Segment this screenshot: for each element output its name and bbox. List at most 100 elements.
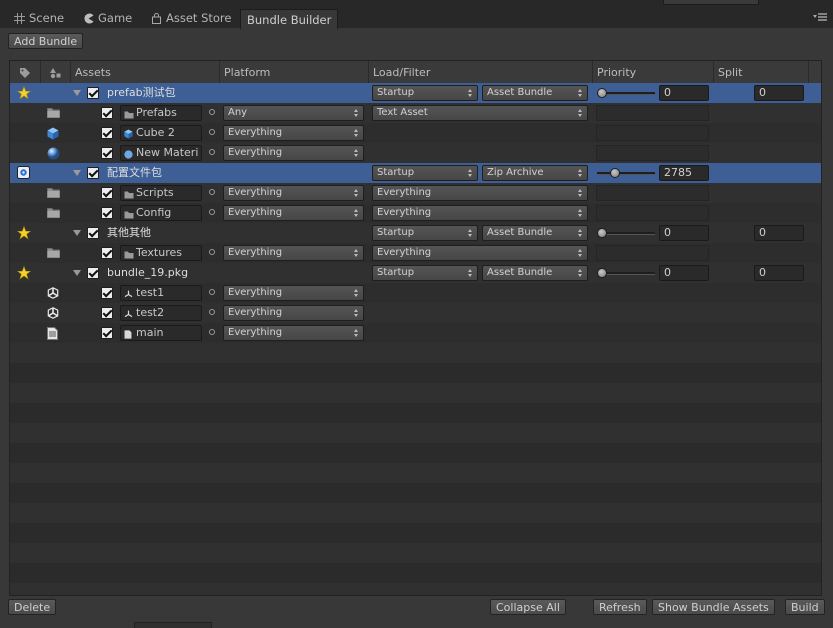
asset-object-field[interactable]: test2: [120, 305, 202, 321]
collapse-all-button[interactable]: Collapse All: [490, 599, 566, 615]
delete-button[interactable]: Delete: [8, 599, 57, 615]
bundle-type-dropdown[interactable]: Asset Bundle: [482, 85, 588, 101]
bundle-row[interactable]: bundle_19.pkg Startup Asset Bundle 0 0: [10, 263, 821, 283]
include-checkbox[interactable]: [101, 247, 113, 259]
tab-bundle-builder[interactable]: Bundle Builder: [240, 9, 339, 29]
include-checkbox[interactable]: [87, 227, 99, 239]
filter-dropdown[interactable]: Everything: [372, 185, 588, 201]
priority-field[interactable]: 0: [659, 225, 709, 241]
platform-dropdown[interactable]: Everything: [223, 305, 364, 321]
object-picker-icon[interactable]: [209, 309, 215, 315]
platform-dropdown[interactable]: Everything: [223, 285, 364, 301]
include-checkbox[interactable]: [101, 107, 113, 119]
include-checkbox[interactable]: [87, 87, 99, 99]
object-picker-icon[interactable]: [209, 109, 215, 115]
platform-dropdown[interactable]: Everything: [223, 185, 364, 201]
asset-object-field[interactable]: Config: [120, 205, 202, 221]
platform-dropdown[interactable]: Everything: [223, 145, 364, 161]
object-picker-icon[interactable]: [209, 129, 215, 135]
load-dropdown[interactable]: Startup: [372, 85, 478, 101]
include-checkbox[interactable]: [101, 187, 113, 199]
object-picker-icon[interactable]: [209, 149, 215, 155]
filter-dropdown[interactable]: Everything: [372, 245, 588, 261]
asset-object-field[interactable]: Prefabs: [120, 105, 202, 121]
platform-dropdown[interactable]: Everything: [223, 205, 364, 221]
asset-object-field[interactable]: Cube 2: [120, 125, 202, 141]
bundle-type-dropdown[interactable]: Asset Bundle: [482, 225, 588, 241]
asset-object-field[interactable]: Textures: [120, 245, 202, 261]
object-picker-icon[interactable]: [209, 289, 215, 295]
split-field[interactable]: 0: [754, 85, 804, 101]
priority-slider-track[interactable]: [597, 172, 655, 175]
include-checkbox[interactable]: [101, 287, 113, 299]
bundle-name[interactable]: 其他其他: [107, 225, 151, 241]
platform-dropdown[interactable]: Everything: [223, 125, 364, 141]
add-bundle-button[interactable]: Add Bundle: [8, 33, 84, 49]
fold-toggle[interactable]: [73, 170, 81, 176]
object-picker-icon[interactable]: [209, 209, 215, 215]
object-picker-icon[interactable]: [209, 329, 215, 335]
priority-slider-thumb[interactable]: [597, 268, 607, 278]
bundle-name[interactable]: bundle_19.pkg: [107, 265, 188, 281]
col-priority[interactable]: Priority: [592, 61, 713, 83]
asset-row[interactable]: test2 Everything: [10, 303, 821, 323]
include-checkbox[interactable]: [87, 167, 99, 179]
col-split[interactable]: Split: [713, 61, 808, 83]
asset-object-field[interactable]: New Materi: [120, 145, 202, 161]
bundle-row[interactable]: 配置文件包 Startup Zip Archive 2785: [10, 163, 821, 183]
asset-object-field[interactable]: test1: [120, 285, 202, 301]
platform-dropdown[interactable]: Everything: [223, 325, 364, 341]
asset-object-field[interactable]: Scripts: [120, 185, 202, 201]
asset-row[interactable]: Textures Everything Everything: [10, 243, 821, 263]
include-checkbox[interactable]: [101, 327, 113, 339]
platform-dropdown[interactable]: Everything: [223, 245, 364, 261]
tab-game[interactable]: Game: [77, 9, 138, 27]
include-checkbox[interactable]: [87, 267, 99, 279]
window-menu-icon[interactable]: [813, 12, 827, 22]
fold-toggle[interactable]: [73, 90, 81, 96]
build-button[interactable]: Build: [785, 599, 825, 615]
col-load-filter[interactable]: Load/Filter: [368, 61, 592, 83]
priority-slider-thumb[interactable]: [597, 88, 607, 98]
object-picker-icon[interactable]: [209, 189, 215, 195]
filter-dropdown[interactable]: Everything: [372, 205, 588, 221]
refresh-button[interactable]: Refresh: [593, 599, 647, 615]
priority-field[interactable]: 0: [659, 85, 709, 101]
col-platform[interactable]: Platform: [219, 61, 368, 83]
asset-row[interactable]: test1 Everything: [10, 283, 821, 303]
tab-scene[interactable]: Scene: [8, 9, 70, 27]
bundle-name[interactable]: prefab测试包: [107, 85, 176, 101]
tab-asset-store[interactable]: Asset Store: [145, 9, 238, 27]
bundle-name[interactable]: 配置文件包: [107, 165, 162, 181]
bundle-type-dropdown[interactable]: Asset Bundle: [482, 265, 588, 281]
priority-slider-thumb[interactable]: [597, 228, 607, 238]
priority-slider-thumb[interactable]: [610, 168, 621, 178]
include-checkbox[interactable]: [101, 147, 113, 159]
asset-object-field[interactable]: main: [120, 325, 202, 341]
platform-dropdown[interactable]: Any: [223, 105, 364, 121]
load-dropdown[interactable]: Startup: [372, 225, 478, 241]
asset-row[interactable]: main Everything: [10, 323, 821, 343]
asset-row[interactable]: Prefabs Any Text Asset: [10, 103, 821, 123]
include-checkbox[interactable]: [101, 207, 113, 219]
bundle-type-dropdown[interactable]: Zip Archive: [482, 165, 588, 181]
load-dropdown[interactable]: Startup: [372, 165, 478, 181]
priority-field[interactable]: 0: [659, 265, 709, 281]
split-field[interactable]: 0: [754, 265, 804, 281]
filter-dropdown[interactable]: Text Asset: [372, 105, 588, 121]
priority-field[interactable]: 2785: [659, 165, 709, 181]
show-bundle-assets-button[interactable]: Show Bundle Assets: [652, 599, 775, 615]
asset-row[interactable]: Cube 2 Everything: [10, 123, 821, 143]
include-checkbox[interactable]: [101, 127, 113, 139]
split-field[interactable]: 0: [754, 225, 804, 241]
load-dropdown[interactable]: Startup: [372, 265, 478, 281]
object-picker-icon[interactable]: [209, 249, 215, 255]
bundle-row[interactable]: prefab测试包 Startup Asset Bundle 0 0: [10, 83, 821, 103]
fold-toggle[interactable]: [73, 270, 81, 276]
col-assets[interactable]: Assets: [70, 61, 219, 83]
include-checkbox[interactable]: [101, 307, 113, 319]
fold-toggle[interactable]: [73, 230, 81, 236]
col-state[interactable]: [40, 61, 70, 83]
asset-row[interactable]: Scripts Everything Everything: [10, 183, 821, 203]
asset-row[interactable]: New Materi Everything: [10, 143, 821, 163]
